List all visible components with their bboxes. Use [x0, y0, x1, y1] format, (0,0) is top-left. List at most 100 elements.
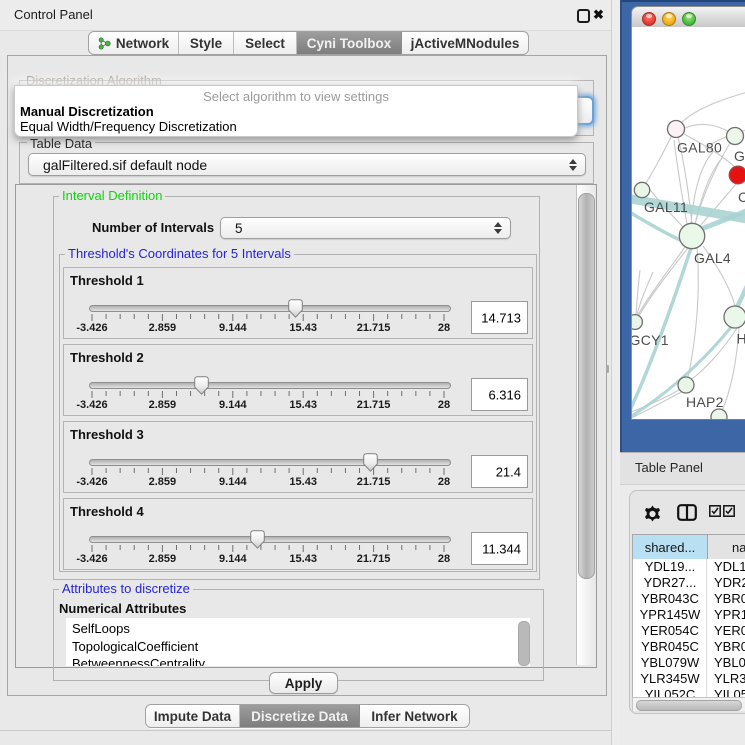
cell-name: YIL05: [714, 687, 745, 697]
column-header-shared-name[interactable]: shared...: [633, 535, 708, 559]
tick-label: 2.859: [132, 476, 192, 488]
tick-label: -3.426: [62, 322, 122, 334]
threshold-value-field[interactable]: 6.316: [471, 378, 528, 411]
svg-text:GAL11: GAL11: [644, 199, 688, 215]
attributes-list-scrollbar[interactable]: [516, 618, 530, 666]
attribute-item[interactable]: SelfLoops: [72, 620, 130, 638]
threshold-panel-3: Threshold 3-3.4262.8599.14415.4321.71528…: [63, 421, 533, 493]
splitter-handle[interactable]: [606, 365, 609, 373]
table-row[interactable]: YBR045CYBR04: [633, 639, 745, 655]
slider-thumb[interactable]: [363, 453, 378, 472]
tab-style[interactable]: Style: [179, 32, 234, 54]
svg-text:GCY1: GCY1: [632, 332, 669, 348]
network-icon: [98, 37, 111, 50]
tab-label: Infer Network: [371, 709, 457, 724]
svg-text:CY: CY: [738, 189, 745, 205]
threshold-value: 14.713: [481, 310, 521, 325]
cell-shared-name: YDR27...: [633, 575, 707, 591]
attribute-item[interactable]: BetweennessCentrality: [72, 655, 205, 666]
tab-cyni-toolbox[interactable]: Cyni Toolbox: [297, 32, 402, 54]
slider-thumb[interactable]: [250, 530, 265, 549]
cell-shared-name: YBR045C: [633, 639, 707, 655]
threshold-panel-1: Threshold 1-3.4262.8599.14415.4321.71528…: [63, 267, 533, 339]
algorithm-option-1[interactable]: Manual Discretization: [20, 104, 154, 119]
cell-shared-name: YPR145W: [633, 607, 707, 623]
tick-label: 2.859: [132, 322, 192, 334]
tab-impute-data[interactable]: Impute Data: [146, 705, 240, 727]
table-row[interactable]: YIL052CYIL05: [633, 687, 745, 697]
number-of-intervals-combobox[interactable]: 5: [220, 217, 511, 239]
close-icon[interactable]: ✖: [593, 7, 604, 23]
attributes-list-scrollbar-thumb[interactable]: [518, 621, 530, 666]
tick-label: 21.715: [344, 399, 404, 411]
table-panel-title: Table Panel: [635, 460, 703, 475]
table-row[interactable]: YBL079WYBL07: [633, 655, 745, 671]
table-row[interactable]: YDL19... YDL19: [633, 559, 745, 575]
window-close-icon[interactable]: [642, 12, 656, 26]
table-row[interactable]: YDR27...YDR27: [633, 575, 745, 591]
table-hscrollbar-thumb[interactable]: [636, 700, 742, 711]
tick-label: 28: [414, 399, 474, 411]
apply-button[interactable]: Apply: [269, 672, 338, 694]
table-row[interactable]: YBR043CYBR04: [633, 591, 745, 607]
divider: [0, 730, 611, 731]
tab-jactivemnodules[interactable]: jActiveMNodules: [402, 32, 528, 54]
cell-shared-name: YDL19...: [633, 559, 707, 575]
float-window-icon[interactable]: [577, 9, 590, 23]
tick-label: 21.715: [344, 476, 404, 488]
tick-label: -3.426: [62, 399, 122, 411]
algorithm-option-2[interactable]: Equal Width/Frequency Discretization: [20, 119, 237, 134]
threshold-value: 11.344: [482, 541, 521, 556]
table-row[interactable]: YER054CYER05: [633, 623, 745, 639]
tab-network[interactable]: Network: [89, 32, 179, 54]
numerical-attributes-list[interactable]: SelfLoopsTopologicalCoefficientBetweenne…: [66, 618, 516, 666]
table-hscrollbar[interactable]: [632, 697, 745, 711]
table-header: shared... na...: [632, 534, 745, 560]
control-panel-titlebar: Control Panel ✖: [0, 0, 611, 31]
tab-label: Style: [190, 36, 222, 51]
slider-thumb[interactable]: [288, 299, 303, 318]
svg-text:HA: HA: [737, 331, 745, 347]
tab-label: Impute Data: [154, 709, 231, 724]
tick-label: 21.715: [344, 553, 404, 565]
tick-label: 15.43: [273, 322, 333, 334]
table-data-combobox[interactable]: galFiltered.sif default node: [28, 153, 586, 176]
window-minimize-icon[interactable]: [662, 12, 676, 26]
threshold-value-field[interactable]: 11.344: [471, 532, 528, 565]
app-root: Control Panel ✖ Network Style SelectCyni T…: [0, 0, 745, 745]
tick-label: 28: [414, 553, 474, 565]
slider-thumb[interactable]: [194, 376, 209, 395]
combo-stepper-icon: [494, 221, 502, 235]
tick-label: 21.715: [344, 322, 404, 334]
table-data-combobox-value: galFiltered.sif default node: [43, 154, 207, 175]
column-header-name[interactable]: na...: [708, 535, 745, 559]
gear-icon[interactable]: [644, 505, 661, 522]
attribute-item[interactable]: TopologicalCoefficient: [72, 638, 198, 656]
cell-name: YBL07: [714, 655, 745, 671]
tab-discretize-data[interactable]: Discretize Data: [240, 705, 360, 727]
window-zoom-icon[interactable]: [682, 12, 696, 26]
threshold-value-field[interactable]: 21.4: [471, 455, 528, 488]
algorithm-dropdown-popup: Select algorithm to view settings Manual…: [14, 85, 578, 137]
table-row[interactable]: YPR145WYPR14: [633, 607, 745, 623]
cell-shared-name: YER054C: [633, 623, 707, 639]
tab-infer-network[interactable]: Infer Network: [360, 705, 469, 727]
threshold-value-field[interactable]: 14.713: [471, 301, 528, 334]
tick-label: -3.426: [62, 553, 122, 565]
cell-name: YDL19: [714, 559, 745, 575]
tab-select[interactable]: Select: [234, 32, 297, 54]
network-graph: GAL80GACYGAL11GAL4GCY1HAHAP2: [632, 27, 745, 419]
tab-label: jActiveMNodules: [411, 36, 520, 51]
number-of-intervals-value: 5: [235, 218, 243, 238]
network-canvas[interactable]: GAL80GACYGAL11GAL4GCY1HAHAP2: [631, 27, 745, 420]
panel-scrollbar-thumb[interactable]: [578, 193, 595, 579]
table-row[interactable]: YLR345WYLR34: [633, 671, 745, 687]
checkbox-icon[interactable]: [709, 505, 721, 517]
checkbox-icon[interactable]: [723, 505, 735, 517]
tick-label: 28: [414, 322, 474, 334]
table-body: YDL19... YDL19YDR27...YDR27YBR043CYBR04YP…: [632, 559, 745, 697]
network-window-titlebar[interactable]: [631, 6, 745, 29]
tick-label: 9.144: [203, 322, 263, 334]
split-view-icon[interactable]: [677, 504, 697, 521]
tick-label: 9.144: [203, 476, 263, 488]
